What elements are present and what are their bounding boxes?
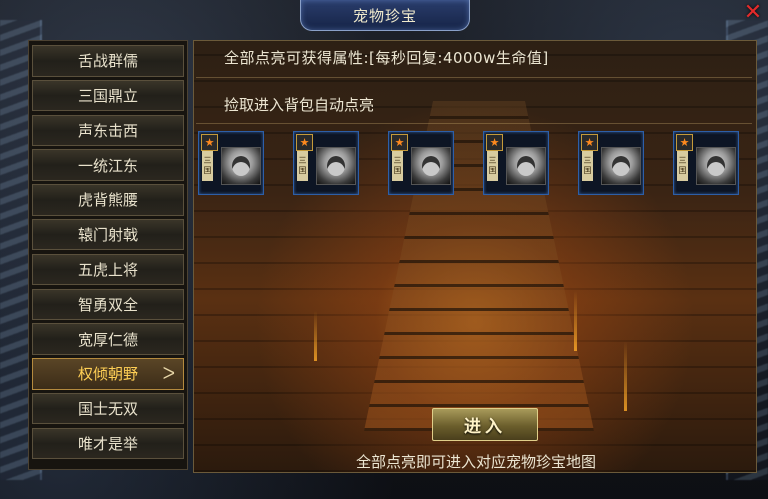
general-portrait-icon <box>696 147 736 185</box>
star-icon: ★ <box>486 134 503 151</box>
fire-glow <box>574 291 577 351</box>
sidebar-item-11[interactable]: 国士无双 <box>32 392 184 425</box>
hint-text: 捡取进入背包自动点亮 <box>224 96 375 114</box>
sidebar-item-9[interactable]: 宽厚仁德 <box>32 323 184 355</box>
footer-text: 全部点亮即可进入对应宠物珍宝地图 <box>355 453 596 471</box>
sidebar-item-2[interactable]: 三国鼎立 <box>32 79 184 112</box>
sidebar-item-1[interactable]: 舌战群儒 <box>32 45 184 77</box>
main-panel: 全部点亮可获得属性:[每秒回复:4000w生命值] 捡取进入背包自动点亮 ★ 三… <box>193 40 757 473</box>
enter-button[interactable]: 进入 <box>432 408 538 441</box>
sidebar-item-8[interactable]: 智勇双全 <box>32 288 184 321</box>
sidebar-item-3[interactable]: 声东击西 <box>32 114 184 147</box>
sidebar-item-label: 舌战群儒 <box>77 52 138 71</box>
sidebar-item-label: 声东击西 <box>77 121 138 140</box>
fire-glow <box>314 311 317 361</box>
sidebar-item-4[interactable]: 一统江东 <box>32 149 184 181</box>
close-icon[interactable]: ✕ <box>742 2 764 24</box>
faction-tag: 三国 <box>582 151 593 181</box>
sidebar-item-label: 一统江东 <box>77 156 138 175</box>
pet-card[interactable]: ★ 三国 <box>483 131 549 195</box>
sidebar-item-label: 虎背熊腰 <box>77 191 138 210</box>
star-icon: ★ <box>296 134 313 151</box>
star-icon: ★ <box>391 134 408 151</box>
pet-card[interactable]: ★ 三国 <box>198 131 264 195</box>
faction-tag: 三国 <box>487 151 498 181</box>
divider <box>196 77 752 78</box>
window-title: 宠物珍宝 <box>300 0 470 31</box>
sidebar-item-label: 唯才是举 <box>77 435 138 454</box>
pet-card[interactable]: ★ 三国 <box>388 131 454 195</box>
pet-card[interactable]: ★ 三国 <box>293 131 359 195</box>
attribute-text: 全部点亮可获得属性:[每秒回复:4000w生命值] <box>224 49 549 67</box>
faction-tag: 三国 <box>202 151 213 181</box>
chevron-right-icon: ᐳ <box>162 364 175 385</box>
general-portrait-icon <box>316 147 356 185</box>
sidebar: 舌战群儒 三国鼎立 声东击西 一统江东 虎背熊腰 辕门射戟 五虎上将 智勇双全 … <box>28 40 188 470</box>
sidebar-item-5[interactable]: 虎背熊腰 <box>32 184 184 216</box>
general-portrait-icon <box>601 147 641 185</box>
sidebar-item-6[interactable]: 辕门射戟 <box>32 218 184 251</box>
sidebar-item-label: 权倾朝野 <box>77 365 138 384</box>
general-portrait-icon <box>411 147 451 185</box>
sidebar-item-label: 辕门射戟 <box>77 226 138 245</box>
fire-glow <box>624 341 627 411</box>
sidebar-item-10-active[interactable]: 权倾朝野 ᐳ <box>32 358 184 390</box>
pet-card[interactable]: ★ 三国 <box>578 131 644 195</box>
star-icon: ★ <box>676 134 693 151</box>
faction-tag: 三国 <box>677 151 688 181</box>
star-icon: ★ <box>201 134 218 151</box>
general-portrait-icon <box>221 147 261 185</box>
window-frame: 宠物珍宝 ✕ 舌战群儒 三国鼎立 声东击西 一统江东 虎背熊腰 辕门射戟 五虎上… <box>0 0 768 499</box>
pet-card[interactable]: ★ 三国 <box>673 131 739 195</box>
faction-tag: 三国 <box>297 151 308 181</box>
sidebar-item-label: 智勇双全 <box>77 295 138 314</box>
sidebar-item-7[interactable]: 五虎上将 <box>32 253 184 286</box>
faction-tag: 三国 <box>392 151 403 181</box>
sidebar-item-label: 国士无双 <box>77 400 138 419</box>
divider <box>196 123 752 124</box>
sidebar-item-label: 三国鼎立 <box>77 87 138 106</box>
star-icon: ★ <box>581 134 598 151</box>
sidebar-item-label: 五虎上将 <box>77 261 138 280</box>
sidebar-item-label: 宽厚仁德 <box>77 330 138 349</box>
general-portrait-icon <box>506 147 546 185</box>
pet-card-row: ★ 三国 ★ 三国 ★ 三国 ★ 三国 ★ 三国 ★ 三 国 <box>198 131 754 197</box>
sidebar-item-12[interactable]: 唯才是举 <box>32 427 184 460</box>
